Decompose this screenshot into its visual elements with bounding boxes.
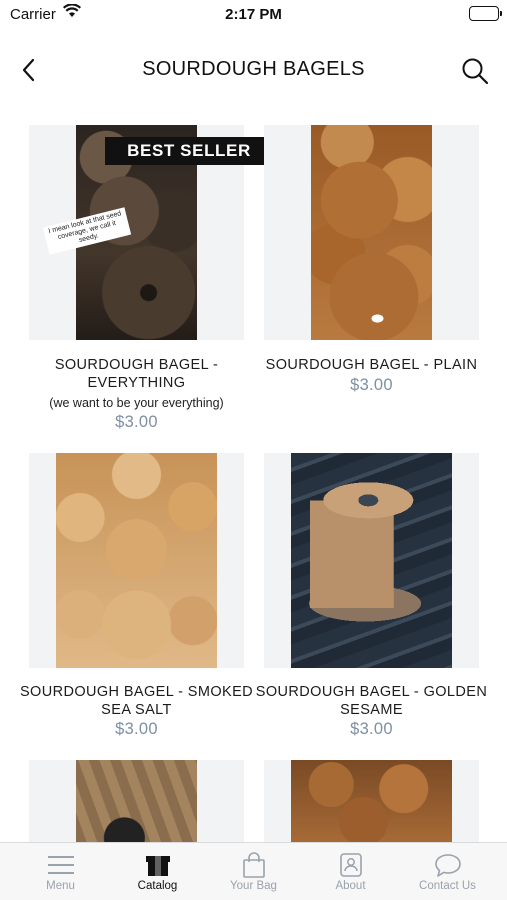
battery-icon xyxy=(469,6,502,21)
contact-card-icon xyxy=(300,852,401,878)
best-seller-badge: BEST SELLER xyxy=(105,137,273,165)
product-image-frame xyxy=(264,125,479,340)
tab-bar: Menu Catalog Your Bag About Contact Us xyxy=(0,842,507,900)
hamburger-menu-icon xyxy=(10,852,111,878)
page-title: SOURDOUGH BAGELS xyxy=(142,58,365,80)
tab-label: About xyxy=(335,880,366,892)
tab-label: Your Bag xyxy=(230,880,277,892)
status-time: 2:17 PM xyxy=(225,6,282,23)
tab-label: Catalog xyxy=(137,880,178,892)
product-price: $3.00 xyxy=(350,720,393,738)
product-image-frame xyxy=(264,453,479,668)
product-card-golden-sesame[interactable]: SOURDOUGH BAGEL - GOLDEN SESAME $3.00 xyxy=(256,453,487,743)
product-card-plain[interactable]: SOURDOUGH BAGEL - PLAIN $3.00 xyxy=(264,125,479,400)
tab-your-bag[interactable]: Your Bag xyxy=(203,843,304,900)
tab-label: Contact Us xyxy=(419,880,476,892)
product-photo xyxy=(76,760,197,842)
tab-menu[interactable]: Menu xyxy=(10,843,111,900)
product-photo xyxy=(56,453,217,668)
tab-about[interactable]: About xyxy=(300,843,401,900)
product-card-everything[interactable]: I mean look at that seed coverage, we ca… xyxy=(29,125,273,435)
search-icon xyxy=(462,58,489,85)
product-card-partial-left[interactable] xyxy=(29,760,244,842)
product-image-frame xyxy=(264,760,479,842)
product-price: $3.00 xyxy=(350,376,393,394)
product-name: SOURDOUGH BAGEL - SMOKED SEA SALT xyxy=(19,684,254,718)
tab-contact-us[interactable]: Contact Us xyxy=(397,843,498,900)
product-name: SOURDOUGH BAGEL - EVERYTHING xyxy=(54,357,219,391)
box-icon xyxy=(107,852,208,878)
product-card-partial-right[interactable] xyxy=(264,760,479,842)
product-photo xyxy=(311,125,432,340)
tab-catalog[interactable]: Catalog xyxy=(107,843,208,900)
tab-label: Menu xyxy=(46,880,75,892)
product-photo xyxy=(291,760,452,842)
product-price: $3.00 xyxy=(115,413,158,431)
product-card-smoked-sea-salt[interactable]: SOURDOUGH BAGEL - SMOKED SEA SALT $3.00 xyxy=(20,453,253,743)
nav-header: SOURDOUGH BAGELS xyxy=(0,44,507,96)
chat-bubble-icon xyxy=(397,852,498,878)
product-image-frame xyxy=(29,453,244,668)
shopping-bag-icon xyxy=(203,852,304,878)
status-bar: Carrier 2:17 PM xyxy=(0,0,507,30)
product-name: SOURDOUGH BAGEL - PLAIN xyxy=(265,357,478,373)
search-button[interactable] xyxy=(457,53,493,89)
product-name: SOURDOUGH BAGEL - GOLDEN SESAME xyxy=(255,684,488,718)
product-photo xyxy=(291,453,452,668)
product-price: $3.00 xyxy=(115,720,158,738)
product-image-frame xyxy=(29,760,244,842)
product-description: (we want to be your everything) xyxy=(49,396,224,410)
